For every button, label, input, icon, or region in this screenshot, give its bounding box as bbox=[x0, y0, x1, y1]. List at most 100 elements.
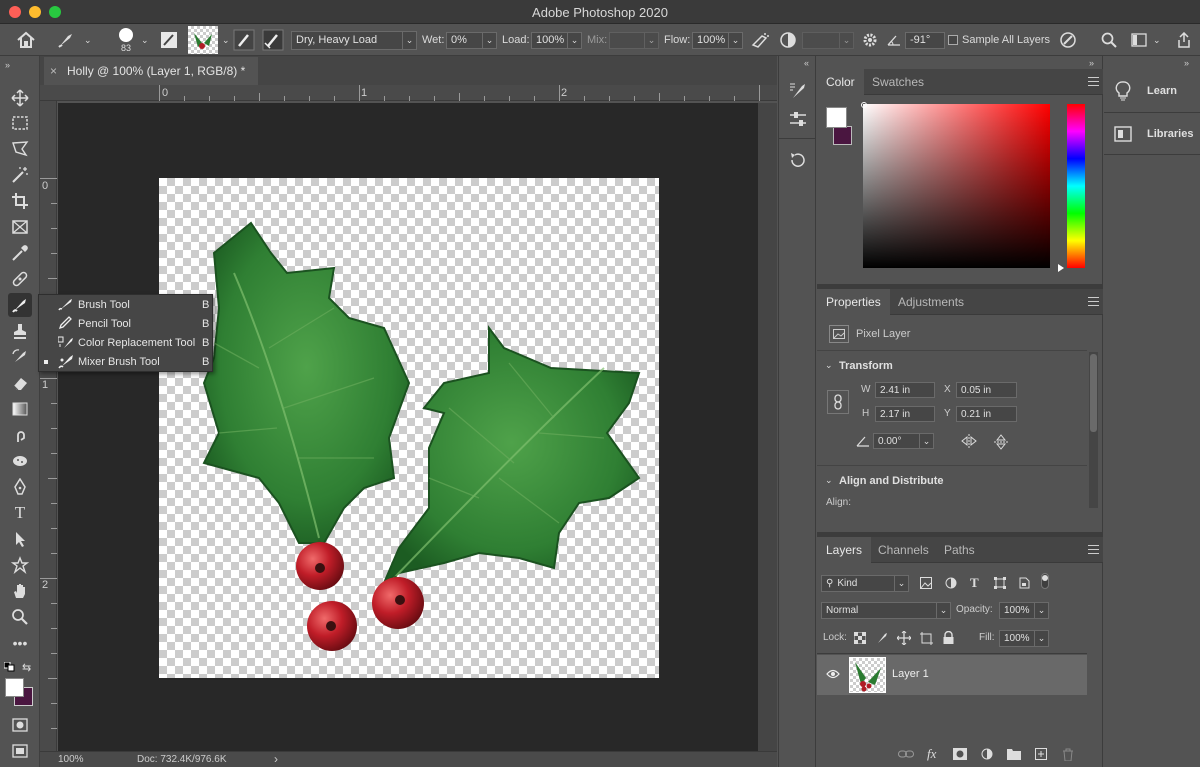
filter-shape-layers-button[interactable] bbox=[994, 577, 1006, 589]
lock-transparent-pixels-button[interactable] bbox=[854, 632, 866, 644]
pen-tool[interactable] bbox=[8, 475, 32, 499]
lock-artboard-button[interactable] bbox=[920, 632, 933, 645]
marquee-tool[interactable] bbox=[8, 111, 32, 135]
blend-mode-select[interactable]: Normal ⌄ bbox=[821, 602, 951, 619]
transform-section-title[interactable]: Transform bbox=[839, 360, 893, 372]
screen-mode-button[interactable] bbox=[8, 739, 32, 763]
layer-visibility-toggle[interactable] bbox=[826, 669, 840, 679]
rotation-angle-input[interactable]: 0.00° ⌄ bbox=[873, 433, 934, 449]
lock-all-button[interactable] bbox=[943, 631, 954, 644]
wet-input[interactable]: 0% ⌄ bbox=[446, 31, 497, 49]
flyout-item-mixer-brush-tool[interactable]: Mixer Brush Tool B bbox=[39, 352, 212, 371]
layer-filter-select[interactable]: ⚲ Kind ⌄ bbox=[821, 575, 909, 592]
share-button[interactable] bbox=[1177, 24, 1191, 56]
opacity-input[interactable]: 100% ⌄ bbox=[999, 602, 1049, 619]
tab-properties[interactable]: Properties bbox=[817, 289, 890, 315]
layer-name[interactable]: Layer 1 bbox=[892, 668, 929, 680]
search-button[interactable] bbox=[1101, 24, 1117, 56]
x-input[interactable]: 0.05 in bbox=[956, 382, 1017, 398]
tab-channels[interactable]: Channels bbox=[869, 537, 938, 563]
current-brush-load-swatch[interactable]: ⌄ bbox=[188, 24, 230, 56]
smoothing-input[interactable]: ⌄ bbox=[802, 31, 854, 49]
home-button[interactable] bbox=[16, 24, 36, 56]
brush-angle-input[interactable]: -91° bbox=[905, 31, 945, 49]
blur-tool[interactable] bbox=[8, 423, 32, 447]
brush-tool-group[interactable] bbox=[8, 293, 32, 317]
mix-input[interactable]: ⌄ bbox=[609, 31, 659, 49]
libraries-panel-button[interactable]: Libraries bbox=[1104, 116, 1200, 152]
flyout-item-pencil-tool[interactable]: Pencil Tool B bbox=[39, 314, 212, 333]
tab-paths[interactable]: Paths bbox=[935, 537, 984, 563]
flip-vertical-button[interactable] bbox=[994, 434, 1008, 450]
eyedropper-tool[interactable] bbox=[8, 241, 32, 265]
link-layers-button[interactable] bbox=[898, 749, 914, 759]
tool-preset-picker[interactable]: ⌄ bbox=[56, 24, 92, 56]
smoothing-options-button[interactable] bbox=[862, 24, 878, 56]
layer-effects-button[interactable]: fx bbox=[927, 746, 936, 762]
quick-mask-button[interactable] bbox=[8, 713, 32, 737]
frame-tool[interactable] bbox=[8, 215, 32, 239]
layer-thumbnail[interactable] bbox=[849, 657, 886, 693]
filter-type-layers-button[interactable]: T bbox=[970, 575, 979, 591]
layer-row[interactable]: Layer 1 bbox=[817, 655, 1087, 695]
color-panel-background-swatch[interactable] bbox=[833, 126, 852, 145]
fill-input[interactable]: 100% ⌄ bbox=[999, 630, 1049, 647]
new-adjustment-layer-button[interactable] bbox=[981, 748, 993, 760]
hue-slider[interactable] bbox=[1067, 104, 1085, 268]
width-input[interactable]: 2.41 in bbox=[875, 382, 935, 398]
collapse-panel-icon[interactable]: » bbox=[5, 60, 10, 70]
move-tool[interactable] bbox=[8, 86, 32, 110]
checkbox[interactable] bbox=[948, 35, 958, 45]
tab-swatches[interactable]: Swatches bbox=[863, 69, 933, 95]
swap-colors-icon[interactable]: ⇆ bbox=[22, 661, 31, 674]
document-tab[interactable]: × Holly @ 100% (Layer 1, RGB/8) * bbox=[44, 57, 258, 85]
brush-size-picker[interactable]: 83 bbox=[112, 24, 140, 56]
load-input[interactable]: 100% ⌄ bbox=[531, 31, 582, 49]
filter-adjustment-layers-button[interactable] bbox=[945, 577, 957, 589]
clean-brush-button[interactable] bbox=[262, 24, 284, 56]
filter-smart-objects-button[interactable] bbox=[1018, 577, 1030, 589]
tab-layers[interactable]: Layers bbox=[817, 537, 872, 563]
status-menu-icon[interactable]: › bbox=[274, 752, 278, 766]
chevron-down-icon[interactable]: ⌄ bbox=[825, 475, 833, 486]
brushes-panel-button[interactable] bbox=[787, 108, 809, 130]
airbrush-toggle[interactable] bbox=[750, 24, 770, 56]
chevron-down-icon[interactable]: ⌄ bbox=[825, 360, 833, 371]
tab-adjustments[interactable]: Adjustments bbox=[889, 289, 973, 315]
collapse-panels-icon[interactable]: » bbox=[1089, 58, 1094, 68]
height-input[interactable]: 2.17 in bbox=[875, 406, 935, 422]
shape-tool[interactable] bbox=[8, 553, 32, 577]
collapse-dock-icon[interactable]: « bbox=[804, 58, 809, 68]
filter-toggle[interactable] bbox=[1041, 573, 1049, 589]
healing-brush-tool[interactable] bbox=[8, 267, 32, 291]
brush-picker-dropdown[interactable]: ⌄ bbox=[141, 24, 149, 56]
hue-slider-handle[interactable] bbox=[1058, 264, 1064, 272]
link-dimensions-button[interactable] bbox=[827, 390, 849, 414]
new-layer-button[interactable] bbox=[1035, 748, 1047, 760]
flyout-item-color-replacement-tool[interactable]: Color Replacement Tool B bbox=[39, 333, 212, 352]
type-tool[interactable]: T bbox=[8, 501, 32, 525]
brush-settings-panel-button[interactable] bbox=[787, 80, 809, 102]
workspace-switcher[interactable]: ⌄ bbox=[1131, 24, 1161, 56]
pressure-size-toggle[interactable] bbox=[1058, 24, 1078, 56]
vertical-scrollbar[interactable] bbox=[758, 103, 777, 751]
history-brush-tool[interactable] bbox=[8, 345, 32, 369]
sample-all-layers-checkbox[interactable]: Sample All Layers bbox=[948, 24, 1050, 56]
new-group-button[interactable] bbox=[1007, 748, 1021, 760]
panel-menu-icon[interactable] bbox=[1088, 545, 1099, 554]
edit-toolbar-button[interactable]: ••• bbox=[8, 631, 32, 655]
lock-position-button[interactable] bbox=[897, 631, 911, 645]
panel-menu-icon[interactable] bbox=[1088, 297, 1099, 306]
magic-wand-tool[interactable] bbox=[8, 163, 32, 187]
dodge-tool[interactable] bbox=[8, 449, 32, 473]
eraser-tool[interactable] bbox=[8, 371, 32, 395]
default-colors-icon[interactable] bbox=[4, 662, 16, 672]
y-input[interactable]: 0.21 in bbox=[956, 406, 1017, 422]
crop-tool[interactable] bbox=[8, 189, 32, 213]
gradient-tool[interactable] bbox=[8, 397, 32, 421]
flip-horizontal-button[interactable] bbox=[960, 434, 978, 448]
clone-stamp-tool[interactable] bbox=[8, 319, 32, 343]
history-panel-button[interactable] bbox=[787, 149, 809, 171]
align-section-title[interactable]: Align and Distribute bbox=[839, 475, 944, 487]
filter-pixel-layers-button[interactable] bbox=[920, 577, 932, 589]
